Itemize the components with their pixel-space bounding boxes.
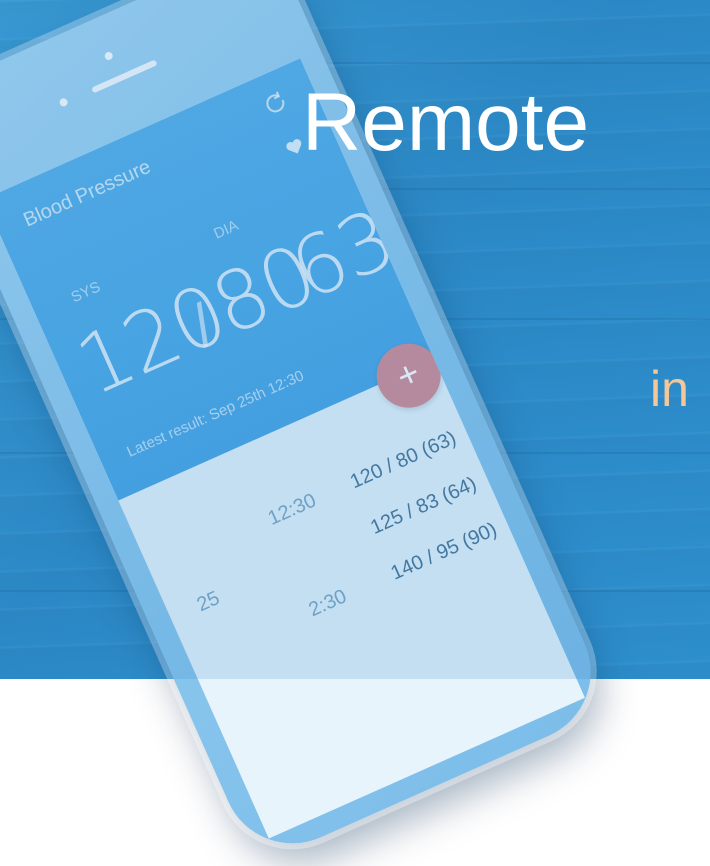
- headline-subtitle: in: [650, 361, 689, 417]
- headline-title: Remote: [302, 77, 590, 168]
